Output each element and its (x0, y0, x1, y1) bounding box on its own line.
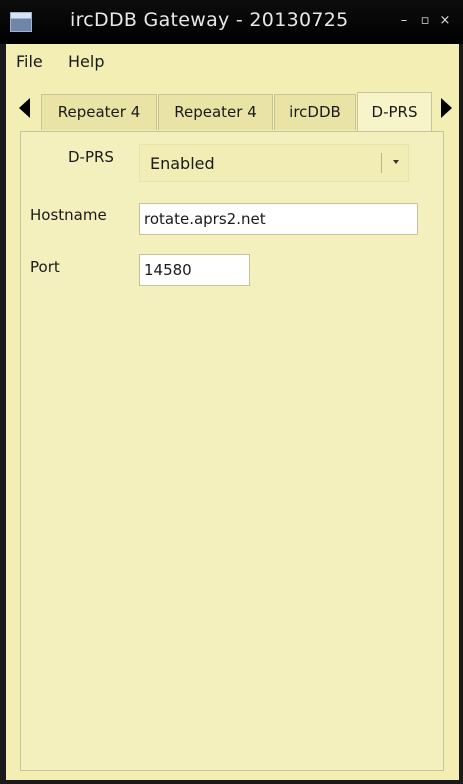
close-button[interactable]: × (438, 12, 452, 30)
tab-scroll-left-icon[interactable] (19, 98, 30, 118)
d-prs-label: D-PRS (68, 148, 114, 166)
hostname-input[interactable] (139, 203, 418, 235)
tab-bar: Repeater 4 Repeater 4 ircDDB D-PRS (6, 92, 459, 132)
menu-file[interactable]: File (16, 52, 43, 71)
app-icon (10, 12, 32, 32)
hostname-label: Hostname (30, 206, 107, 224)
menu-bar: File Help (6, 44, 459, 80)
main-window: ircDDB Gateway - 20130725 – ▫ × File Hel… (0, 0, 463, 784)
window-title: ircDDB Gateway - 20130725 (70, 9, 349, 31)
d-prs-dropdown[interactable]: Enabled (139, 144, 409, 182)
tab-d-prs[interactable]: D-PRS (357, 92, 432, 132)
minimize-button[interactable]: – (397, 12, 411, 30)
tab-scroll-right-icon[interactable] (441, 98, 452, 118)
tab-repeater-4-a[interactable]: Repeater 4 (41, 94, 157, 130)
chevron-down-icon (393, 160, 399, 164)
title-bar[interactable]: ircDDB Gateway - 20130725 – ▫ × (0, 0, 463, 44)
dropdown-separator (381, 153, 382, 173)
maximize-button[interactable]: ▫ (418, 12, 432, 30)
d-prs-panel: D-PRS Enabled Hostname Port (20, 131, 444, 771)
port-label: Port (30, 258, 60, 276)
d-prs-dropdown-value: Enabled (150, 154, 215, 173)
tab-repeater-4-b[interactable]: Repeater 4 (158, 94, 273, 130)
menu-help[interactable]: Help (68, 52, 104, 71)
port-input[interactable] (139, 254, 250, 286)
tab-ircddb[interactable]: ircDDB (274, 94, 356, 130)
